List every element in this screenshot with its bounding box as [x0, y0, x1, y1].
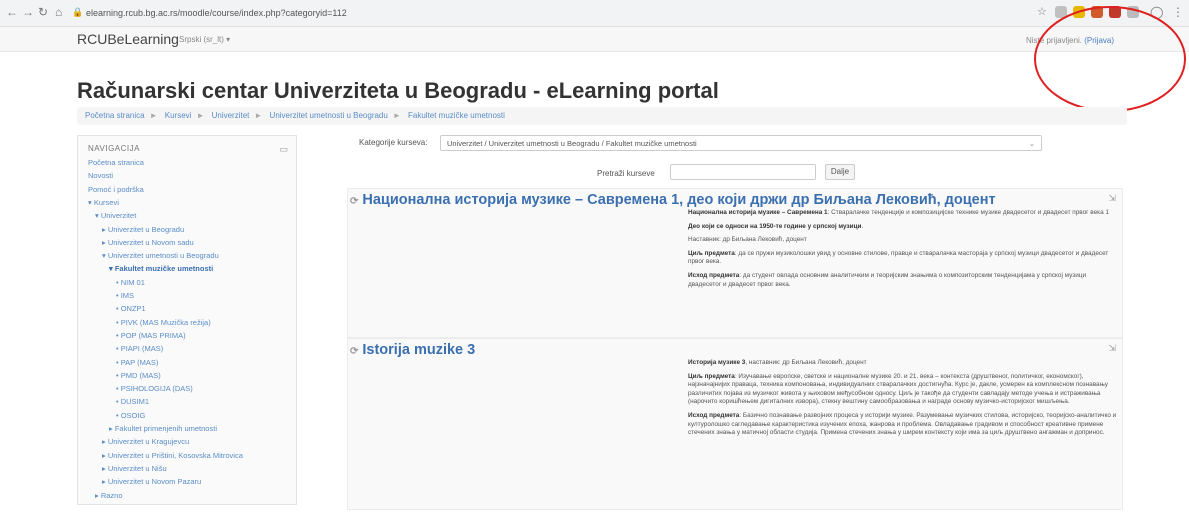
summary-text: , наставник: др Биљана Лековић, доцент [745, 359, 867, 366]
nav-title: NAVIGACIJA [88, 144, 140, 153]
course-title[interactable]: ⟳ Istorija muzike 3 [350, 342, 475, 358]
sidebar-item[interactable]: • ONZP1 [116, 304, 146, 313]
back-icon[interactable]: ← [6, 5, 18, 19]
sidebar-item[interactable]: • PIVK (MAS Muzička režija) [116, 318, 211, 327]
sidebar-item[interactable]: • NIM 01 [116, 278, 145, 287]
expand-icon[interactable]: ⇲ [1108, 193, 1116, 204]
summary-text: : да студент овлада основним аналитичким… [688, 271, 1087, 288]
summary-bold: Исход предмета [688, 411, 740, 419]
sidebar-item[interactable]: ▸ Univerzitet u Kragujevcu [102, 437, 189, 446]
breadcrumb-item[interactable]: Fakultet muzičke umetnosti [408, 111, 505, 120]
page-title: Računarski centar Univerziteta u Beograd… [77, 78, 719, 103]
sidebar-item[interactable]: Novosti [88, 171, 113, 180]
summary-text: : Базично познавање развојних процеса у … [688, 411, 1117, 437]
sidebar-item[interactable]: ▸ Univerzitet u Nišu [102, 464, 167, 473]
reload-icon[interactable]: ↻ [38, 5, 48, 19]
course-icon: ⟳ [350, 346, 359, 357]
summary-bold: Циљ предмета [688, 249, 735, 257]
category-select[interactable]: Univerzitet / Univerzitet umetnosti u Be… [440, 135, 1042, 151]
sidebar-item[interactable]: • PMD (MAS) [116, 371, 161, 380]
breadcrumb-item[interactable]: Kursevi [165, 111, 192, 120]
summary-paragraph: Наставник: др Биљана Лековић, доцент [688, 236, 1118, 245]
course-box: ⟳ Istorija muzike 3 ⇲ Историја музике 3, … [347, 338, 1123, 510]
chevron-down-icon: ⌄ [1028, 139, 1035, 148]
sidebar-item[interactable]: ▸ Univerzitet u Novom sadu [102, 238, 194, 247]
category-selected: Univerzitet / Univerzitet umetnosti u Be… [447, 139, 697, 148]
course-summary: Историја музике 3, наставник: др Биљана … [688, 359, 1118, 443]
lock-icon: 🔒 [72, 7, 84, 17]
address-bar[interactable]: elearning.rcub.bg.ac.rs/moodle/course/in… [86, 5, 1006, 21]
site-brand[interactable]: RCUBeLearning [77, 31, 179, 47]
summary-paragraph: Историја музике 3, наставник: др Биљана … [688, 359, 1118, 368]
breadcrumb-item[interactable]: Univerzitet umetnosti u Beogradu [270, 111, 388, 120]
summary-bold: Део који се односи на 1950-те године у с… [688, 222, 862, 230]
breadcrumb-item[interactable]: Početna stranica [85, 111, 145, 120]
sidebar-item[interactable]: ▾ Univerzitet umetnosti u Beogradu [102, 251, 219, 260]
home-icon[interactable]: ⌂ [55, 5, 62, 19]
summary-paragraph: Исход предмета: Базично познавање развој… [688, 412, 1118, 438]
sidebar-item[interactable]: • PIAPI (MAS) [116, 344, 163, 353]
summary-text: : да се пружи музиколошки увид у основне… [688, 249, 1109, 266]
sidebar-item[interactable]: ▸ Univerzitet u Beogradu [102, 225, 184, 234]
summary-text: : Стваралачке тенденције и композицијске… [827, 209, 1109, 216]
summary-text: Наставник: др Биљана Лековић, доцент [688, 236, 807, 244]
summary-bold: Исход предмета [688, 271, 740, 279]
dock-icon[interactable]: ▭ [279, 144, 288, 155]
summary-paragraph: Циљ предмета: да се пружи музиколошки ув… [688, 250, 1118, 267]
star-icon[interactable]: ☆ [1037, 5, 1047, 18]
search-label: Pretraži kurseve [597, 169, 655, 178]
summary-paragraph: Део који се односи на 1950-те године у с… [688, 223, 1118, 232]
sidebar-item[interactable]: ▾ Univerzitet [95, 211, 136, 220]
summary-bold: Историја музике 3 [688, 359, 746, 366]
navigation-block: NAVIGACIJA ▭ Početna stranica Novosti Pomo… [77, 135, 297, 505]
browser-toolbar: ← → ↻ ⌂ 🔒 elearning.rcub.bg.ac.rs/moodle… [0, 0, 1189, 27]
search-input[interactable] [670, 164, 816, 180]
sidebar-item[interactable]: • POP (MAS PRIMA) [116, 331, 186, 340]
menu-icon[interactable]: ⋮ [1172, 5, 1184, 19]
summary-text: . [861, 222, 864, 230]
summary-bold: Циљ предмета [688, 372, 735, 380]
summary-bold: Национална историја музике – Савремена 1 [688, 209, 828, 216]
main-content: Kategorije kurseva: Univerzitet / Univer… [317, 135, 1127, 510]
category-label: Kategorije kurseva: [359, 138, 428, 147]
summary-text: : Изучавање европске, светске и национал… [688, 372, 1108, 406]
sidebar-item[interactable]: • DUSIM1 [116, 397, 149, 406]
course-icon: ⟳ [350, 196, 359, 207]
sidebar-item[interactable]: ▸ Fakultet primenjenih umetnosti [109, 424, 217, 433]
site-header: RCUBeLearning Srpski (sr_lt) ▾ Niste pri… [0, 27, 1189, 52]
sidebar-item[interactable]: ▾ Fakultet muzičke umetnosti [109, 264, 213, 273]
annotation-circle [1034, 6, 1186, 112]
breadcrumb-item[interactable]: Univerzitet [212, 111, 250, 120]
sidebar-item[interactable]: Početna stranica [88, 158, 144, 167]
summary-paragraph: Исход предмета: да студент овлада основн… [688, 272, 1118, 289]
course-summary: Национална историја музике – Савремена 1… [688, 209, 1118, 294]
sidebar-item[interactable]: ▸ Razno [95, 491, 123, 500]
course-title[interactable]: ⟳ Национална историја музике – Савремена … [350, 192, 996, 208]
sidebar-item[interactable]: • PAP (MAS) [116, 358, 158, 367]
sidebar-item[interactable]: • OSOIG [116, 411, 145, 420]
sidebar-item[interactable]: ▸ Univerzitet u Prištini, Kosovska Mitro… [102, 451, 243, 460]
search-button[interactable]: Dalje [825, 164, 855, 180]
sidebar-item[interactable]: Pomoć i podrška [88, 185, 144, 194]
sidebar-item[interactable]: • IMS [116, 291, 134, 300]
sidebar-item[interactable]: ▾ Kursevi [88, 198, 119, 207]
summary-paragraph: Циљ предмета: Изучавање европске, светск… [688, 373, 1118, 407]
course-box: ⟳ Национална историја музике – Савремена … [347, 188, 1123, 338]
expand-icon[interactable]: ⇲ [1108, 343, 1116, 354]
summary-paragraph: Национална историја музике – Савремена 1… [688, 209, 1118, 218]
sidebar-item[interactable]: • PSIHOLOGIJA (DAS) [116, 384, 193, 393]
sidebar-item[interactable]: ▸ Univerzitet u Novom Pazaru [102, 477, 201, 486]
breadcrumb: Početna stranica ► Kursevi ► Univerzitet ► … [77, 107, 1127, 125]
forward-icon[interactable]: → [22, 5, 34, 19]
language-menu[interactable]: Srpski (sr_lt) ▾ [179, 35, 230, 44]
